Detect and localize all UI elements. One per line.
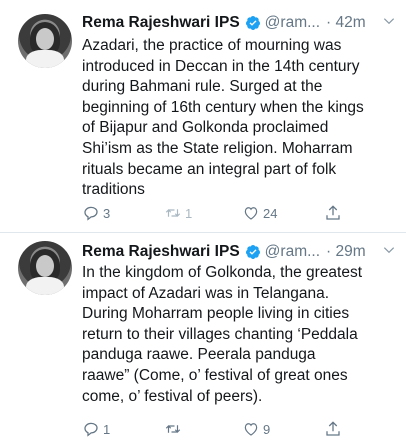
share-icon bbox=[326, 205, 340, 220]
retweet-button[interactable]: 1 bbox=[164, 204, 192, 222]
reply-count: 3 bbox=[103, 205, 111, 221]
avatar-face bbox=[36, 28, 54, 50]
avatar[interactable] bbox=[18, 14, 72, 68]
tweet-text: Azadari, the practice of mourning was in… bbox=[82, 37, 364, 199]
author-handle[interactable]: @ram... bbox=[265, 14, 320, 32]
retweet-count: 1 bbox=[185, 205, 193, 221]
tweet[interactable]: Rema Rajeshwari IPS @ram... · 42m Azadar… bbox=[0, 0, 406, 233]
tweet-actions: 1 9 bbox=[82, 418, 372, 440]
timestamp[interactable]: · 29m bbox=[326, 243, 366, 261]
avatar-body bbox=[26, 50, 64, 68]
share-icon bbox=[326, 421, 340, 436]
like-count: 24 bbox=[263, 205, 278, 221]
share-button[interactable] bbox=[324, 204, 342, 222]
tweet[interactable]: Rema Rajeshwari IPS @ram... · 29m In the… bbox=[0, 233, 406, 446]
tweet-header: Rema Rajeshwari IPS @ram... · 42m bbox=[82, 12, 396, 34]
author-name[interactable]: Rema Rajeshwari IPS bbox=[82, 14, 240, 32]
verified-badge-icon bbox=[245, 16, 260, 30]
avatar-body bbox=[26, 277, 64, 295]
like-icon bbox=[244, 207, 258, 220]
retweet-icon bbox=[165, 425, 181, 433]
like-icon bbox=[244, 423, 258, 436]
avatar[interactable] bbox=[18, 241, 72, 295]
tweet-text: In the kingdom of Golkonda, the greatest… bbox=[82, 264, 363, 405]
retweet-button[interactable] bbox=[164, 420, 185, 438]
reply-button[interactable]: 1 bbox=[82, 420, 110, 438]
tweet-header: Rema Rajeshwari IPS @ram... · 29m bbox=[82, 241, 396, 263]
verified-badge-icon bbox=[245, 245, 260, 259]
avatar-face bbox=[36, 255, 54, 277]
reply-button[interactable]: 3 bbox=[82, 204, 110, 222]
author-name[interactable]: Rema Rajeshwari IPS bbox=[82, 243, 240, 261]
timestamp[interactable]: · 42m bbox=[326, 14, 366, 32]
reply-icon bbox=[84, 422, 98, 437]
chevron-down-icon[interactable] bbox=[382, 243, 396, 257]
reply-icon bbox=[84, 206, 98, 221]
like-button[interactable]: 24 bbox=[242, 204, 277, 222]
reply-count: 1 bbox=[103, 421, 111, 437]
share-button[interactable] bbox=[324, 420, 342, 438]
tweet-actions: 3 1 24 bbox=[82, 202, 372, 224]
like-count: 9 bbox=[263, 421, 271, 437]
author-handle[interactable]: @ram... bbox=[265, 243, 320, 261]
retweet-icon bbox=[165, 209, 181, 217]
chevron-down-icon[interactable] bbox=[382, 14, 396, 28]
like-button[interactable]: 9 bbox=[242, 420, 270, 438]
